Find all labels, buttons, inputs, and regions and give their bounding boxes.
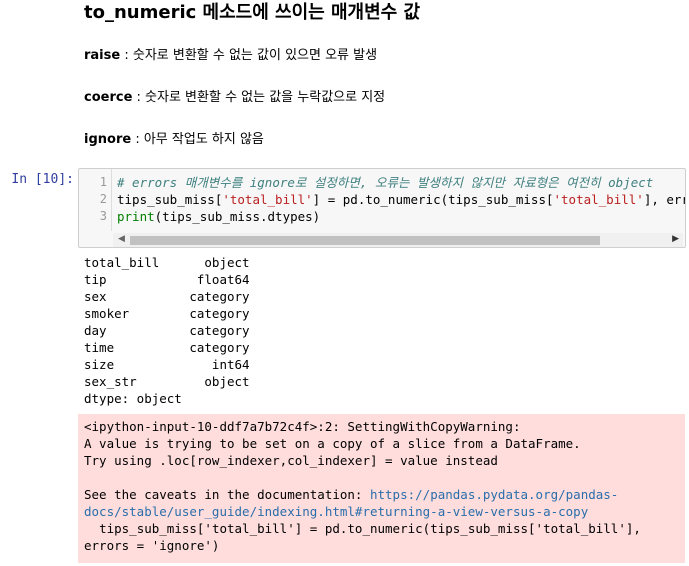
code-cell-editor[interactable]: 1 2 3 # errors 매개변수를 ignore로 설정하면, 오류는 발… xyxy=(78,168,686,248)
input-prompt: In [10]: xyxy=(11,172,74,187)
line-number: 1 xyxy=(99,175,107,189)
markdown-heading: to_numeric 메소드에 쓰이는 매개변수 값 xyxy=(84,2,421,23)
code-string: 'total_bill' xyxy=(222,192,313,207)
param-desc: 숫자로 변환할 수 없는 값을 누락값으로 지정 xyxy=(145,90,386,105)
warning-line: A value is trying to be set on a copy of… xyxy=(84,436,581,451)
param-key: raise xyxy=(84,48,121,63)
param-raise: raise : 숫자로 변환할 수 없는 값이 있으면 오류 발생 xyxy=(84,47,684,65)
stderr-warning-output: <ipython-input-10-ddf7a7b72c4f>:2: Setti… xyxy=(78,414,685,563)
warning-line: <ipython-input-10-ddf7a7b72c4f>:2: Setti… xyxy=(84,419,521,434)
scroll-left-icon[interactable]: ◀ xyxy=(118,234,125,244)
param-desc: 숫자로 변환할 수 없는 값이 있으면 오류 발생 xyxy=(132,48,378,63)
param-key: coerce xyxy=(84,90,133,105)
code-builtin: print xyxy=(117,209,155,224)
scrollbar-thumb[interactable] xyxy=(130,236,600,245)
code-line: # errors 매개변수를 ignore로 설정하면, 오류는 발생하지 않지… xyxy=(117,174,653,191)
code-token: ], errors = xyxy=(643,192,685,207)
param-sep: : xyxy=(132,90,146,105)
code-comment: # errors 매개변수를 ignore로 설정하면, 오류는 발생하지 않지… xyxy=(117,175,654,190)
cell-output-dtypes: total_bill object tip float64 sex catego… xyxy=(84,255,250,406)
param-desc: 아무 작업도 하지 않음 xyxy=(143,132,264,147)
warning-line: See the caveats in the documentation: xyxy=(84,487,370,502)
code-token: (tips_sub_miss.dtypes) xyxy=(154,209,321,224)
code-line: print(tips_sub_miss.dtypes) xyxy=(117,208,320,225)
code-token: ] = pd.to_numeric(tips_sub_miss[ xyxy=(312,192,554,207)
param-ignore: ignore : 아무 작업도 하지 않음 xyxy=(84,131,684,149)
code-token: tips_sub_miss[ xyxy=(117,192,223,207)
param-sep: : xyxy=(120,48,133,63)
horizontal-scrollbar[interactable]: ◀ ▶ xyxy=(113,233,683,247)
code-string: 'total_bill' xyxy=(553,192,644,207)
warning-line: Try using .loc[row_indexer,col_indexer] … xyxy=(84,453,498,468)
param-coerce: coerce : 숫자로 변환할 수 없는 값을 누락값으로 지정 xyxy=(84,89,684,107)
line-number: 3 xyxy=(99,209,107,223)
warning-line: tips_sub_miss['total_bill'] = pd.to_nume… xyxy=(84,521,649,553)
param-key: ignore xyxy=(84,132,132,147)
scroll-right-icon[interactable]: ▶ xyxy=(672,234,679,244)
code-line: tips_sub_miss['total_bill'] = pd.to_nume… xyxy=(117,191,685,208)
param-sep: : xyxy=(131,132,144,147)
warning-text: <ipython-input-10-ddf7a7b72c4f>:2: Setti… xyxy=(84,418,680,554)
line-number-gutter: 1 2 3 xyxy=(79,169,112,231)
line-number: 2 xyxy=(99,192,107,206)
